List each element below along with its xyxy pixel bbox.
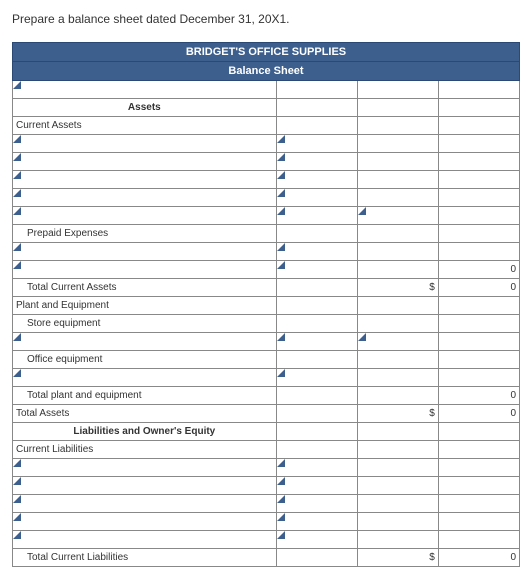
store-equip-row: Store equipment bbox=[13, 315, 520, 333]
input-cell[interactable] bbox=[13, 477, 277, 495]
input-cell[interactable] bbox=[276, 333, 357, 351]
current-liab-label: Current Liabilities bbox=[13, 441, 277, 459]
input-row bbox=[13, 477, 520, 495]
input-cell[interactable] bbox=[13, 333, 277, 351]
plant-equip-row: Plant and Equipment bbox=[13, 297, 520, 315]
total-assets-row: Total Assets $ 0 bbox=[13, 405, 520, 423]
input-row: 0 bbox=[13, 261, 520, 279]
liab-equity-heading: Liabilities and Owner's Equity bbox=[13, 423, 277, 441]
currency-symbol: $ bbox=[357, 279, 438, 297]
input-cell[interactable] bbox=[276, 153, 357, 171]
input-cell[interactable] bbox=[357, 333, 438, 351]
prepaid-expenses-row: Prepaid Expenses bbox=[13, 225, 520, 243]
input-cell[interactable] bbox=[13, 207, 277, 225]
input-cell[interactable] bbox=[276, 513, 357, 531]
input-row bbox=[13, 333, 520, 351]
total-plant-equip-label: Total plant and equipment bbox=[13, 387, 277, 405]
store-equip-label: Store equipment bbox=[13, 315, 277, 333]
total-assets-label: Total Assets bbox=[13, 405, 277, 423]
assets-heading-row: Assets bbox=[13, 99, 520, 117]
total-plant-equip-row: Total plant and equipment 0 bbox=[13, 387, 520, 405]
current-assets-row: Current Assets bbox=[13, 117, 520, 135]
liab-equity-heading-row: Liabilities and Owner's Equity bbox=[13, 423, 520, 441]
input-cell[interactable] bbox=[276, 459, 357, 477]
input-row bbox=[13, 171, 520, 189]
input-cell[interactable] bbox=[13, 513, 277, 531]
company-name: BRIDGET'S OFFICE SUPPLIES bbox=[13, 43, 520, 62]
prepaid-expenses-label: Prepaid Expenses bbox=[13, 225, 277, 243]
total-current-liab-label: Total Current Liabilities bbox=[13, 549, 277, 567]
instruction-text: Prepare a balance sheet dated December 3… bbox=[12, 12, 520, 26]
input-row bbox=[13, 459, 520, 477]
input-row bbox=[13, 189, 520, 207]
input-cell[interactable] bbox=[276, 477, 357, 495]
company-row: BRIDGET'S OFFICE SUPPLIES bbox=[13, 43, 520, 62]
plant-equip-label: Plant and Equipment bbox=[13, 297, 277, 315]
input-cell[interactable] bbox=[13, 135, 277, 153]
sheet-title: Balance Sheet bbox=[13, 62, 520, 81]
input-cell[interactable] bbox=[276, 261, 357, 279]
input-cell[interactable] bbox=[13, 81, 277, 99]
value-cell: 0 bbox=[438, 387, 519, 405]
title-row: Balance Sheet bbox=[13, 62, 520, 81]
office-equip-row: Office equipment bbox=[13, 351, 520, 369]
input-row bbox=[13, 153, 520, 171]
input-row bbox=[13, 243, 520, 261]
input-row bbox=[13, 207, 520, 225]
value-cell: 0 bbox=[438, 405, 519, 423]
input-cell[interactable] bbox=[13, 171, 277, 189]
total-current-assets-row: Total Current Assets $ 0 bbox=[13, 279, 520, 297]
input-cell[interactable] bbox=[357, 207, 438, 225]
input-cell[interactable] bbox=[13, 243, 277, 261]
input-cell[interactable] bbox=[276, 369, 357, 387]
input-row bbox=[13, 369, 520, 387]
input-cell[interactable] bbox=[13, 459, 277, 477]
input-cell[interactable] bbox=[13, 369, 277, 387]
input-cell[interactable] bbox=[276, 243, 357, 261]
value-cell: 0 bbox=[438, 549, 519, 567]
total-current-assets-label: Total Current Assets bbox=[13, 279, 277, 297]
input-cell[interactable] bbox=[276, 171, 357, 189]
input-row bbox=[13, 495, 520, 513]
input-cell[interactable] bbox=[13, 153, 277, 171]
current-assets-label: Current Assets bbox=[13, 117, 277, 135]
blank-row bbox=[13, 81, 520, 99]
currency-symbol: $ bbox=[357, 549, 438, 567]
balance-sheet-table: BRIDGET'S OFFICE SUPPLIES Balance Sheet … bbox=[12, 42, 520, 567]
input-row bbox=[13, 513, 520, 531]
assets-heading: Assets bbox=[13, 99, 277, 117]
input-cell[interactable] bbox=[276, 189, 357, 207]
input-row bbox=[13, 135, 520, 153]
currency-symbol: $ bbox=[357, 405, 438, 423]
total-current-liab-row: Total Current Liabilities $ 0 bbox=[13, 549, 520, 567]
input-cell[interactable] bbox=[276, 135, 357, 153]
input-cell[interactable] bbox=[13, 495, 277, 513]
input-cell[interactable] bbox=[276, 495, 357, 513]
office-equip-label: Office equipment bbox=[13, 351, 277, 369]
current-liab-row: Current Liabilities bbox=[13, 441, 520, 459]
value-cell: 0 bbox=[438, 279, 519, 297]
value-cell: 0 bbox=[438, 261, 519, 279]
input-cell[interactable] bbox=[13, 189, 277, 207]
input-cell[interactable] bbox=[276, 207, 357, 225]
input-cell[interactable] bbox=[13, 261, 277, 279]
